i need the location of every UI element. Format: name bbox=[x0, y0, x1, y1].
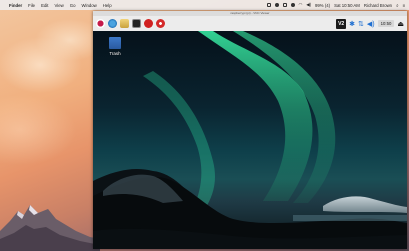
menu-window[interactable]: Window bbox=[81, 3, 96, 8]
network-icon[interactable]: ⇅ bbox=[358, 20, 364, 28]
aurora-wallpaper bbox=[93, 31, 407, 249]
notification-center-icon[interactable]: ≡ bbox=[402, 3, 405, 8]
file-manager-icon[interactable] bbox=[120, 19, 129, 28]
menu-go[interactable]: Go bbox=[70, 3, 76, 8]
bluetooth-icon[interactable] bbox=[290, 3, 295, 7]
pi-taskbar: V2 ✱ ⇅ ◀) 10:50 ⏏ bbox=[93, 16, 407, 31]
raspberry-menu-icon[interactable] bbox=[96, 19, 105, 28]
bluetooth-icon[interactable]: ✱ bbox=[349, 20, 355, 28]
time-machine-icon[interactable] bbox=[274, 3, 279, 7]
vnc-window: raspberrypi (pi) - VNC Viewer V2 ✱ ⇅ ◀) … bbox=[93, 11, 407, 249]
eject-icon[interactable]: ⏏ bbox=[397, 20, 404, 28]
menu-help[interactable]: Help bbox=[103, 3, 112, 8]
pi-tray: V2 ✱ ⇅ ◀) 10:50 ⏏ bbox=[336, 18, 404, 29]
spotlight-icon[interactable]: ⌕ bbox=[396, 3, 398, 8]
menu-clock[interactable]: Sat 10:50 AM bbox=[334, 3, 360, 8]
airplay-icon[interactable] bbox=[282, 3, 287, 7]
wolfram-icon[interactable] bbox=[144, 19, 153, 28]
volume-icon[interactable]: ◀) bbox=[367, 20, 375, 28]
terminal-icon[interactable] bbox=[132, 19, 141, 28]
browser-icon[interactable] bbox=[108, 19, 117, 28]
trash-label: Trash bbox=[109, 51, 121, 56]
menu-edit[interactable]: Edit bbox=[41, 3, 48, 8]
menu-view[interactable]: View bbox=[54, 3, 63, 8]
trash-desktop-icon[interactable]: Trash bbox=[105, 37, 125, 56]
menu-file[interactable]: File bbox=[28, 3, 35, 8]
menu-user[interactable]: Richard Brown bbox=[364, 3, 392, 8]
screen-icon[interactable] bbox=[266, 3, 271, 7]
trash-icon bbox=[109, 37, 121, 49]
menu-extras: ◠ ◀) 99% (4) Sat 10:50 AM Richard Brown … bbox=[266, 2, 405, 8]
mathematica-icon[interactable] bbox=[156, 19, 165, 28]
battery-status[interactable]: 99% (4) bbox=[315, 3, 330, 8]
mac-wallpaper-mountain bbox=[0, 205, 100, 251]
pi-clock[interactable]: 10:50 bbox=[377, 20, 395, 27]
mac-menu-bar: Finder File Edit View Go Window Help ◠ ◀… bbox=[0, 0, 409, 10]
vnc-server-icon[interactable]: V2 bbox=[336, 18, 347, 29]
volume-icon[interactable]: ◀) bbox=[306, 2, 311, 8]
wifi-icon[interactable]: ◠ bbox=[299, 2, 303, 8]
pi-desktop: Trash bbox=[93, 31, 407, 249]
menu-finder[interactable]: Finder bbox=[9, 3, 22, 8]
